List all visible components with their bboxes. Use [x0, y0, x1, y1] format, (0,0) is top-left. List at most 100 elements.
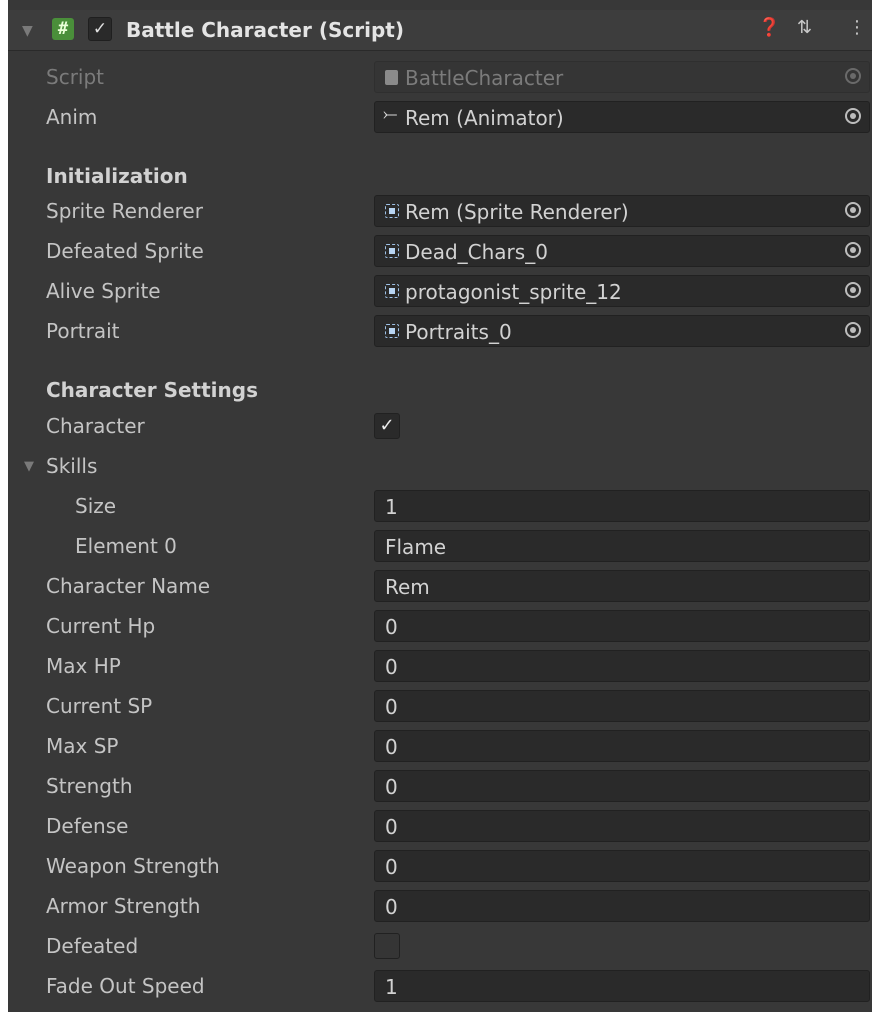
weapon-strength-value: 0 [385, 855, 398, 879]
strength-value: 0 [385, 775, 398, 799]
defense-label: Defense [46, 814, 129, 838]
fade-out-speed-label: Fade Out Speed [46, 974, 205, 998]
weapon-strength-input[interactable]: 0 [374, 850, 870, 882]
defense-input[interactable]: 0 [374, 810, 870, 842]
initialization-header-row: Initialization [8, 156, 872, 196]
character-checkbox[interactable]: ✓ [374, 413, 400, 439]
defense-row: Defense 0 [8, 806, 872, 846]
script-label: Script [46, 65, 105, 89]
component-title: Battle Character (Script) [126, 18, 404, 42]
help-icon[interactable]: ❓ [758, 17, 780, 38]
inspector-panel: ▼ # ✓ Battle Character (Script) ❓ ⇅ ⋮ Sc… [0, 0, 876, 1012]
current-hp-row: Current Hp 0 [8, 606, 872, 646]
skills-element-0-label: Element 0 [75, 534, 177, 558]
alive-sprite-label: Alive Sprite [46, 279, 161, 303]
sprite-icon [385, 284, 399, 298]
character-row: Character ✓ [8, 406, 872, 446]
fade-out-speed-value: 1 [385, 975, 398, 999]
component-header[interactable]: ▼ # ✓ Battle Character (Script) ❓ ⇅ ⋮ [8, 10, 872, 51]
anim-label: Anim [46, 105, 98, 129]
skills-element-0-value: Flame [385, 535, 447, 559]
fade-out-speed-row: Fade Out Speed 1 [8, 966, 872, 1006]
character-settings-header: Character Settings [46, 378, 258, 402]
component-enabled-toggle[interactable]: ✓ [88, 17, 112, 41]
character-name-input[interactable]: Rem [374, 570, 870, 602]
defeated-sprite-label: Defeated Sprite [46, 239, 204, 263]
portrait-value: Portraits_0 [405, 320, 512, 344]
script-asset-icon [385, 70, 398, 85]
alive-sprite-value: protagonist_sprite_12 [405, 280, 622, 304]
defeated-sprite-value: Dead_Chars_0 [405, 240, 548, 264]
strength-label: Strength [46, 774, 133, 798]
weapon-strength-row: Weapon Strength 0 [8, 846, 872, 886]
object-picker-icon[interactable] [845, 282, 861, 298]
skills-foldout-icon[interactable]: ▼ [24, 459, 34, 474]
sprite-renderer-label: Sprite Renderer [46, 199, 203, 223]
current-hp-value: 0 [385, 615, 398, 639]
presets-icon[interactable]: ⇅ [797, 17, 812, 38]
portrait-field[interactable]: Portraits_0 [374, 315, 870, 347]
current-sp-label: Current SP [46, 694, 153, 718]
alive-sprite-field[interactable]: protagonist_sprite_12 [374, 275, 870, 307]
skills-row[interactable]: ▼ Skills [8, 446, 872, 486]
strength-input[interactable]: 0 [374, 770, 870, 802]
kebab-menu-icon[interactable]: ⋮ [848, 17, 866, 38]
portrait-label: Portrait [46, 319, 120, 343]
skills-element-0-input[interactable]: Flame [374, 530, 870, 562]
object-picker-icon[interactable] [845, 242, 861, 258]
skills-size-row: Size 1 [8, 486, 872, 526]
defense-value: 0 [385, 815, 398, 839]
character-label: Character [46, 414, 145, 438]
anim-value: Rem (Animator) [405, 106, 564, 130]
right-border [872, 0, 876, 1012]
max-sp-input[interactable]: 0 [374, 730, 870, 762]
defeated-checkbox[interactable] [374, 933, 400, 959]
defeated-row: Defeated [8, 926, 872, 966]
character-name-row: Character Name Rem [8, 566, 872, 606]
sprite-icon [385, 244, 399, 258]
skills-size-label: Size [75, 494, 117, 518]
armor-strength-row: Armor Strength 0 [8, 886, 872, 926]
sprite-renderer-value: Rem (Sprite Renderer) [405, 200, 629, 224]
sprite-icon [385, 324, 399, 338]
armor-strength-input[interactable]: 0 [374, 890, 870, 922]
portrait-row: Portrait Portraits_0 [8, 311, 872, 351]
defeated-sprite-field[interactable]: Dead_Chars_0 [374, 235, 870, 267]
object-picker-icon[interactable] [845, 108, 861, 124]
object-picker-icon[interactable] [845, 202, 861, 218]
sprite-renderer-icon [385, 204, 399, 218]
skills-label[interactable]: Skills [46, 454, 97, 478]
strength-row: Strength 0 [8, 766, 872, 806]
weapon-strength-label: Weapon Strength [46, 854, 220, 878]
defeated-label: Defeated [46, 934, 139, 958]
character-settings-header-row: Character Settings [8, 370, 872, 410]
armor-strength-label: Armor Strength [46, 894, 201, 918]
max-hp-value: 0 [385, 655, 398, 679]
skills-size-value: 1 [385, 495, 398, 519]
script-row: Script BattleCharacter [8, 57, 872, 97]
max-sp-label: Max SP [46, 734, 119, 758]
max-hp-label: Max HP [46, 654, 121, 678]
object-picker-icon[interactable] [845, 322, 861, 338]
current-sp-input[interactable]: 0 [374, 690, 870, 722]
anim-row: Anim ⤚ Rem (Animator) [8, 97, 872, 137]
sprite-renderer-field[interactable]: Rem (Sprite Renderer) [374, 195, 870, 227]
animator-icon: ⤚ [383, 104, 398, 125]
character-name-label: Character Name [46, 574, 211, 598]
script-value: BattleCharacter [405, 66, 564, 90]
alive-sprite-row: Alive Sprite protagonist_sprite_12 [8, 271, 872, 311]
current-hp-input[interactable]: 0 [374, 610, 870, 642]
initialization-header: Initialization [46, 164, 188, 188]
skills-size-input[interactable]: 1 [374, 490, 870, 522]
max-sp-value: 0 [385, 735, 398, 759]
foldout-arrow-icon[interactable]: ▼ [22, 23, 33, 39]
armor-strength-value: 0 [385, 895, 398, 919]
left-border [0, 0, 8, 1012]
csharp-script-icon: # [52, 18, 74, 40]
fade-out-speed-input[interactable]: 1 [374, 970, 870, 1002]
max-hp-input[interactable]: 0 [374, 650, 870, 682]
current-sp-value: 0 [385, 695, 398, 719]
anim-field[interactable]: ⤚ Rem (Animator) [374, 101, 870, 133]
defeated-sprite-row: Defeated Sprite Dead_Chars_0 [8, 231, 872, 271]
sprite-renderer-row: Sprite Renderer Rem (Sprite Renderer) [8, 191, 872, 231]
